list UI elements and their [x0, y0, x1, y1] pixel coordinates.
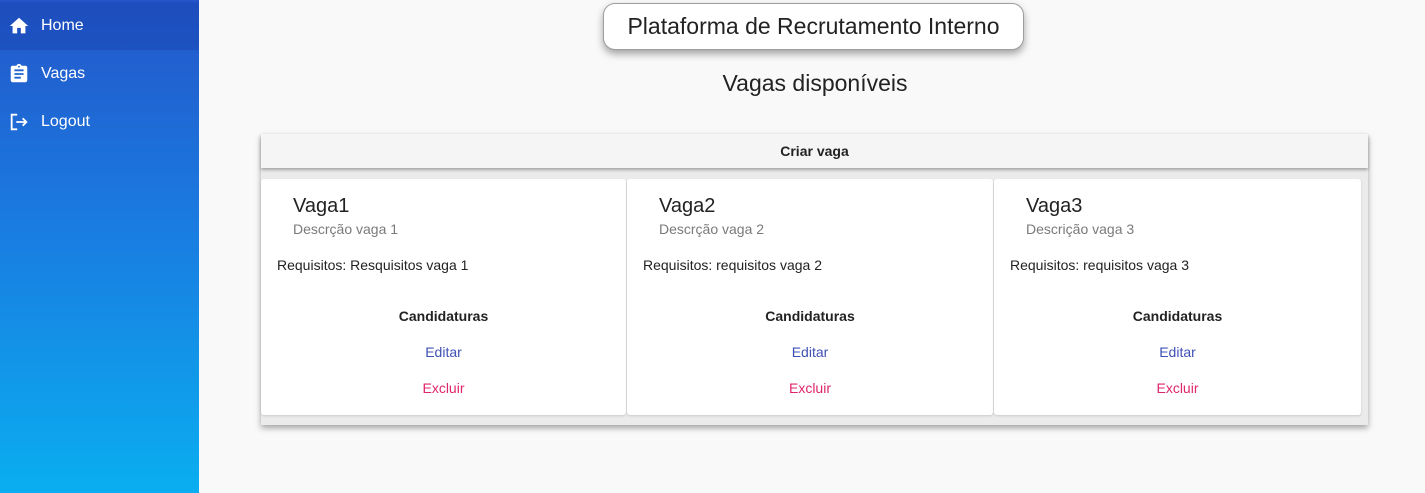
card-title: Vaga2: [659, 195, 716, 217]
sidebar-item-logout[interactable]: Logout: [0, 98, 199, 146]
delete-button[interactable]: Excluir: [261, 380, 626, 396]
logout-icon: [7, 110, 31, 134]
vacancy-card: Vaga1 Descrção vaga 1 Requisitos: Resqui…: [261, 179, 626, 415]
card-requirements: Requisitos: Resquisitos vaga 1: [277, 257, 469, 273]
vacancy-card: Vaga2 Descrção vaga 2 Requisitos: requis…: [627, 179, 993, 415]
vacancy-card: Vaga3 Descrição vaga 3 Requisitos: requi…: [994, 179, 1361, 415]
sidebar-item-label: Logout: [41, 113, 90, 130]
page-heading: Vagas disponíveis: [722, 70, 908, 96]
app-title: Plataforma de Recrutamento Interno: [603, 3, 1024, 50]
card-description: Descrção vaga 1: [293, 221, 399, 237]
sidebar-item-label: Vagas: [41, 65, 86, 82]
card-title: Vaga3: [1026, 195, 1083, 217]
sidebar: Home Vagas Logout: [0, 0, 199, 493]
applications-button[interactable]: Candidaturas: [627, 308, 993, 324]
card-description: Descrição vaga 3: [1026, 221, 1135, 237]
card-description: Descrção vaga 2: [659, 221, 765, 237]
edit-button[interactable]: Editar: [627, 344, 993, 360]
create-vacancy-button[interactable]: Criar vaga: [261, 134, 1368, 168]
vacancies-panel: Criar vaga Vaga1 Descrção vaga 1 Requisi…: [261, 134, 1368, 425]
delete-button[interactable]: Excluir: [627, 380, 993, 396]
sidebar-item-label: Home: [41, 17, 84, 34]
applications-button[interactable]: Candidaturas: [261, 308, 626, 324]
applications-button[interactable]: Candidaturas: [994, 308, 1361, 324]
card-title: Vaga1: [293, 195, 350, 217]
sidebar-item-vagas[interactable]: Vagas: [0, 50, 199, 98]
delete-button[interactable]: Excluir: [994, 380, 1361, 396]
edit-button[interactable]: Editar: [261, 344, 626, 360]
card-requirements: Requisitos: requisitos vaga 2: [643, 257, 822, 273]
edit-button[interactable]: Editar: [994, 344, 1361, 360]
clipboard-icon: [7, 62, 31, 86]
sidebar-item-home[interactable]: Home: [0, 2, 199, 50]
card-requirements: Requisitos: requisitos vaga 3: [1010, 257, 1189, 273]
home-icon: [7, 14, 31, 38]
